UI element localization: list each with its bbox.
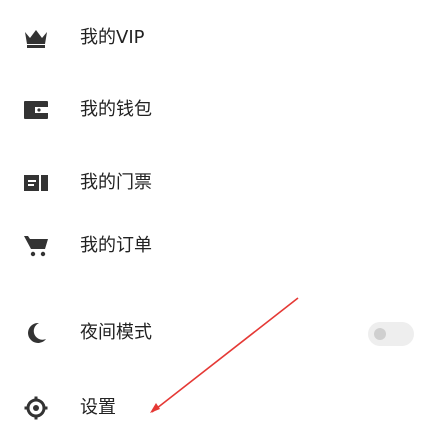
annotation-arrow: [150, 297, 299, 413]
